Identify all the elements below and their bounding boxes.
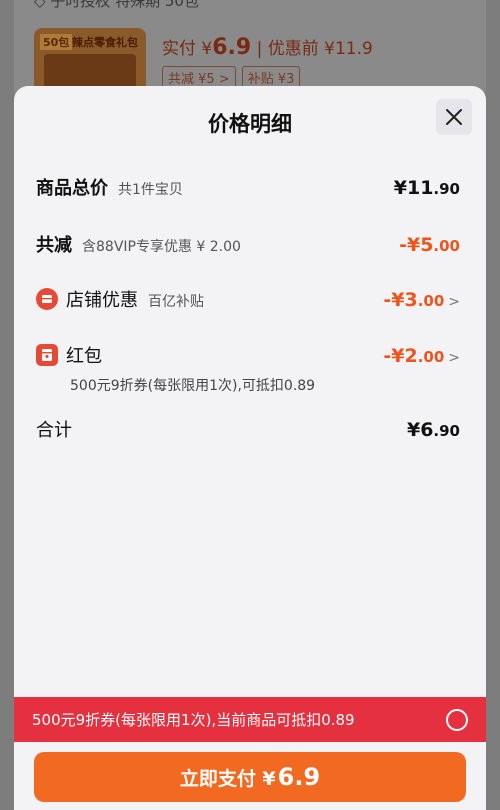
row-goods-total: 商品总价 共1件宝贝 ¥11.90 <box>36 174 460 200</box>
goods-total-count: 共1件宝贝 <box>118 182 183 198</box>
close-icon <box>446 109 462 125</box>
chevron-right-icon: > <box>448 350 460 366</box>
red-packet-amount: -¥2.00 <box>383 345 445 367</box>
coupon-select-radio[interactable] <box>446 708 468 731</box>
grand-total-amount: ¥6.90 <box>406 419 460 441</box>
close-button[interactable] <box>436 99 472 135</box>
background-header-text: ◇ 子时授权 特殊期 50包 <box>34 0 199 10</box>
row-total-discount: 共减 含88VIP专享优惠 ¥ 2.00 -¥5.00 <box>36 231 460 257</box>
red-packet-icon <box>36 344 58 366</box>
red-packet-label: 红包 <box>66 346 102 367</box>
thumbnail-image <box>44 54 136 90</box>
shop-discount-label: 店铺优惠 <box>66 290 138 311</box>
shop-coupon-icon <box>36 288 58 310</box>
pay-button-price: 6.9 <box>277 763 321 791</box>
thumbnail-tag: 50包 <box>40 34 73 50</box>
price-prefix: 实付 ¥ <box>162 39 213 59</box>
row-shop-discount[interactable]: 店铺优惠 百亿补贴 -¥3.00 > <box>36 286 460 312</box>
row-red-packet[interactable]: 红包 -¥2.00 > <box>36 342 460 368</box>
vip-discount-note: 含88VIP专享优惠 ¥ 2.00 <box>82 239 241 255</box>
coupon-banner[interactable]: 500元9折券(每张限用1次),当前商品可抵扣0.89 <box>14 697 486 742</box>
pay-button-label: 立即支付 ¥ <box>179 767 276 790</box>
goods-total-label: 商品总价 <box>36 178 108 199</box>
coupon-banner-text: 500元9折券(每张限用1次),当前商品可抵扣0.89 <box>32 711 355 729</box>
total-discount-amount: -¥5.00 <box>399 234 460 256</box>
price-suffix: | 优惠前 ¥11.9 <box>251 39 373 59</box>
grand-total-label: 合计 <box>36 420 72 441</box>
row-grand-total: 合计 ¥6.90 <box>36 416 460 442</box>
shop-discount-sub: 百亿补贴 <box>148 294 204 310</box>
goods-total-amount: ¥11.90 <box>393 177 460 199</box>
sheet-title: 价格明细 <box>208 112 292 136</box>
price-value: 6.9 <box>212 35 252 60</box>
chevron-right-icon: > <box>448 294 460 310</box>
shop-discount-amount: -¥3.00 <box>383 289 445 311</box>
thumbnail-label: 辣点零食礼包 <box>72 36 138 49</box>
footer-bar: 立即支付 ¥6.9 <box>14 742 486 810</box>
red-packet-note: 500元9折券(每张限用1次),可抵扣0.89 <box>70 378 316 394</box>
product-thumbnail: 50包 辣点零食礼包 <box>34 28 146 94</box>
background-price: 实付 ¥6.9 | 优惠前 ¥11.9 <box>162 34 373 60</box>
pay-now-button[interactable]: 立即支付 ¥6.9 <box>34 752 466 802</box>
total-discount-label: 共减 <box>36 235 72 256</box>
